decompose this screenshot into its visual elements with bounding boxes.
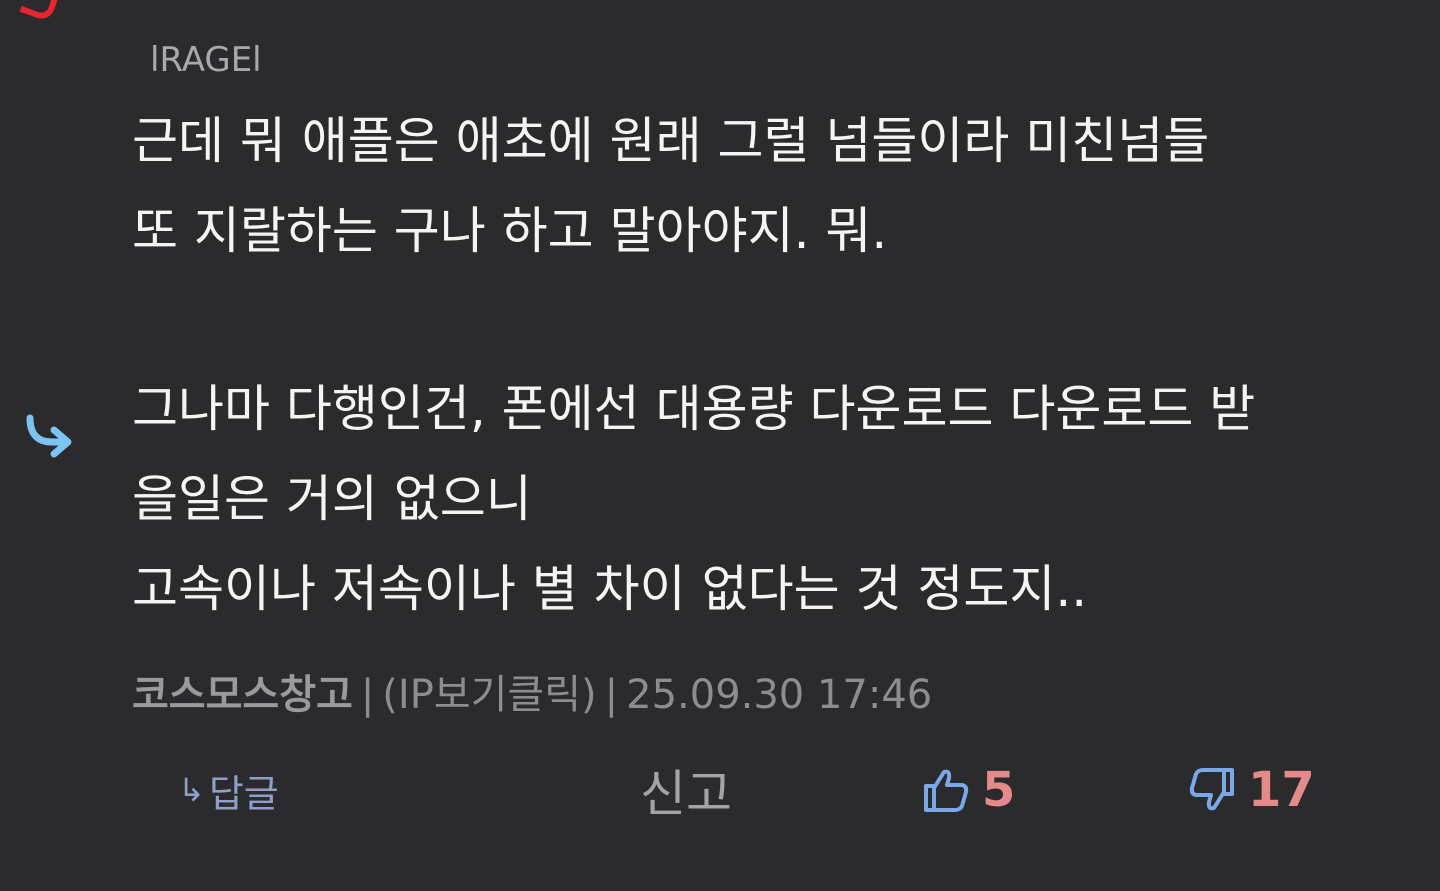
meta-separator: | [360, 672, 375, 718]
quoted-text: 근데 뭐 애플은 애초에 원래 그럴 넘들이라 미친넘들또 지랄하는 구나 하고… [132, 96, 1422, 276]
quoted-line: 근데 뭐 애플은 애초에 원래 그럴 넘들이라 미친넘들 [132, 112, 1210, 170]
reply-small-arrow-icon: ↳ [178, 771, 205, 809]
comment-line: 그나마 다행인건, 폰에선 대용량 다운로드 다운로드 받 [132, 380, 1256, 438]
comment-line: 고속이나 저속이나 별 차이 없다는 것 정도지.. [132, 560, 1088, 618]
dislike-count: 17 [1248, 762, 1315, 818]
report-button[interactable]: 신고 [640, 760, 732, 823]
comment-page: lRAGEl 근데 뭐 애플은 애초에 원래 그럴 넘들이라 미친넘들또 지랄하… [0, 0, 1440, 891]
comment-line: 을일은 거의 없으니 [132, 470, 532, 528]
comment-timestamp: 25.09.30 17:46 [626, 672, 933, 718]
meta-separator: | [604, 672, 619, 718]
author-nickname[interactable]: 코스모스창고 [132, 672, 353, 718]
like-button[interactable]: 5 [920, 760, 1015, 820]
comment-body: 그나마 다행인건, 폰에선 대용량 다운로드 다운로드 받을일은 거의 없으니고… [132, 364, 1422, 634]
red-checkmark-icon [19, 0, 61, 23]
reply-arrow-icon [26, 414, 72, 458]
like-count: 5 [982, 762, 1016, 818]
report-label: 신고 [640, 765, 732, 823]
quote-author: lRAGEl [150, 40, 262, 80]
thumbs-up-icon [924, 769, 969, 812]
quoted-line: 또 지랄하는 구나 하고 말아야지. 뭐. [132, 202, 888, 260]
thumbs-down-icon [1189, 768, 1234, 811]
ip-view-link[interactable]: (IP보기클릭) [382, 672, 596, 718]
comment-meta: 코스모스창고 | (IP보기클릭) | 25.09.30 17:46 [132, 662, 932, 720]
reply-label: 답글 [208, 771, 279, 816]
dislike-button[interactable]: 17 [1186, 760, 1315, 820]
reply-button[interactable]: ↳ 답글 [178, 760, 279, 820]
